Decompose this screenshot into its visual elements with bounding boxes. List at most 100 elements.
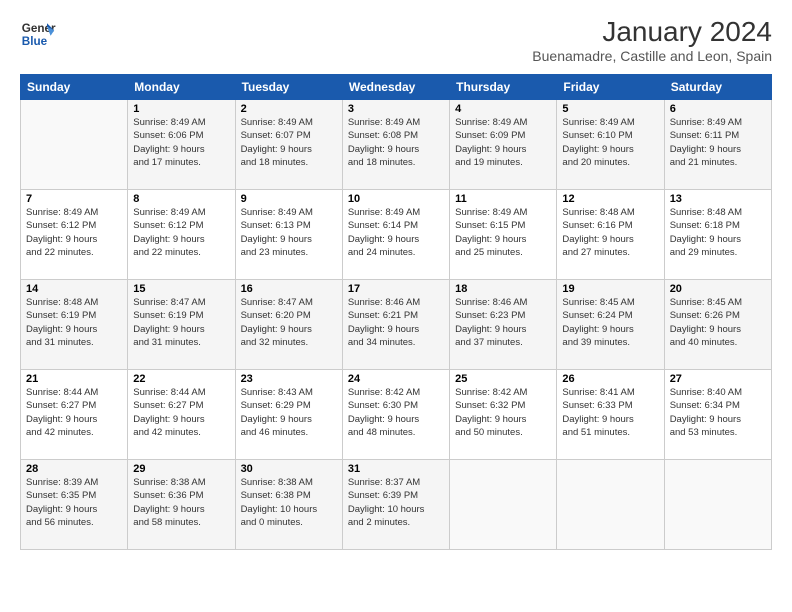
day-info: Sunrise: 8:39 AM Sunset: 6:35 PM Dayligh… bbox=[26, 476, 122, 529]
calendar-cell: 15Sunrise: 8:47 AM Sunset: 6:19 PM Dayli… bbox=[128, 280, 235, 370]
day-info: Sunrise: 8:42 AM Sunset: 6:32 PM Dayligh… bbox=[455, 386, 551, 439]
weekday-monday: Monday bbox=[128, 75, 235, 100]
day-number: 12 bbox=[562, 193, 658, 205]
day-info: Sunrise: 8:49 AM Sunset: 6:10 PM Dayligh… bbox=[562, 116, 658, 169]
day-info: Sunrise: 8:45 AM Sunset: 6:24 PM Dayligh… bbox=[562, 296, 658, 349]
day-info: Sunrise: 8:49 AM Sunset: 6:08 PM Dayligh… bbox=[348, 116, 444, 169]
day-info: Sunrise: 8:38 AM Sunset: 6:38 PM Dayligh… bbox=[241, 476, 337, 529]
calendar-cell: 9Sunrise: 8:49 AM Sunset: 6:13 PM Daylig… bbox=[235, 190, 342, 280]
day-number: 23 bbox=[241, 373, 337, 385]
day-number: 7 bbox=[26, 193, 122, 205]
day-info: Sunrise: 8:49 AM Sunset: 6:07 PM Dayligh… bbox=[241, 116, 337, 169]
day-number: 5 bbox=[562, 103, 658, 115]
day-number: 17 bbox=[348, 283, 444, 295]
calendar-cell: 25Sunrise: 8:42 AM Sunset: 6:32 PM Dayli… bbox=[450, 370, 557, 460]
calendar-cell bbox=[664, 460, 771, 550]
day-info: Sunrise: 8:49 AM Sunset: 6:12 PM Dayligh… bbox=[26, 206, 122, 259]
logo: General Blue bbox=[20, 16, 56, 52]
day-info: Sunrise: 8:49 AM Sunset: 6:06 PM Dayligh… bbox=[133, 116, 229, 169]
calendar-cell: 14Sunrise: 8:48 AM Sunset: 6:19 PM Dayli… bbox=[21, 280, 128, 370]
day-info: Sunrise: 8:44 AM Sunset: 6:27 PM Dayligh… bbox=[133, 386, 229, 439]
calendar-cell: 4Sunrise: 8:49 AM Sunset: 6:09 PM Daylig… bbox=[450, 100, 557, 190]
calendar-cell: 24Sunrise: 8:42 AM Sunset: 6:30 PM Dayli… bbox=[342, 370, 449, 460]
day-number: 10 bbox=[348, 193, 444, 205]
calendar-cell: 12Sunrise: 8:48 AM Sunset: 6:16 PM Dayli… bbox=[557, 190, 664, 280]
calendar-cell bbox=[557, 460, 664, 550]
day-number: 21 bbox=[26, 373, 122, 385]
day-info: Sunrise: 8:49 AM Sunset: 6:12 PM Dayligh… bbox=[133, 206, 229, 259]
day-number: 22 bbox=[133, 373, 229, 385]
day-info: Sunrise: 8:49 AM Sunset: 6:13 PM Dayligh… bbox=[241, 206, 337, 259]
calendar-table: SundayMondayTuesdayWednesdayThursdayFrid… bbox=[20, 74, 772, 550]
calendar-cell: 8Sunrise: 8:49 AM Sunset: 6:12 PM Daylig… bbox=[128, 190, 235, 280]
weekday-saturday: Saturday bbox=[664, 75, 771, 100]
logo-icon: General Blue bbox=[20, 16, 56, 52]
day-number: 29 bbox=[133, 463, 229, 475]
calendar-cell: 11Sunrise: 8:49 AM Sunset: 6:15 PM Dayli… bbox=[450, 190, 557, 280]
weekday-thursday: Thursday bbox=[450, 75, 557, 100]
calendar-cell: 13Sunrise: 8:48 AM Sunset: 6:18 PM Dayli… bbox=[664, 190, 771, 280]
calendar-cell: 23Sunrise: 8:43 AM Sunset: 6:29 PM Dayli… bbox=[235, 370, 342, 460]
day-info: Sunrise: 8:47 AM Sunset: 6:20 PM Dayligh… bbox=[241, 296, 337, 349]
calendar-cell: 27Sunrise: 8:40 AM Sunset: 6:34 PM Dayli… bbox=[664, 370, 771, 460]
day-info: Sunrise: 8:45 AM Sunset: 6:26 PM Dayligh… bbox=[670, 296, 766, 349]
day-info: Sunrise: 8:49 AM Sunset: 6:11 PM Dayligh… bbox=[670, 116, 766, 169]
day-info: Sunrise: 8:49 AM Sunset: 6:14 PM Dayligh… bbox=[348, 206, 444, 259]
day-info: Sunrise: 8:40 AM Sunset: 6:34 PM Dayligh… bbox=[670, 386, 766, 439]
day-number: 20 bbox=[670, 283, 766, 295]
calendar-week-2: 7Sunrise: 8:49 AM Sunset: 6:12 PM Daylig… bbox=[21, 190, 772, 280]
day-number: 4 bbox=[455, 103, 551, 115]
day-number: 19 bbox=[562, 283, 658, 295]
calendar-cell: 31Sunrise: 8:37 AM Sunset: 6:39 PM Dayli… bbox=[342, 460, 449, 550]
day-number: 11 bbox=[455, 193, 551, 205]
day-number: 26 bbox=[562, 373, 658, 385]
calendar-cell: 26Sunrise: 8:41 AM Sunset: 6:33 PM Dayli… bbox=[557, 370, 664, 460]
calendar-cell: 18Sunrise: 8:46 AM Sunset: 6:23 PM Dayli… bbox=[450, 280, 557, 370]
month-title: January 2024 bbox=[532, 16, 772, 48]
weekday-sunday: Sunday bbox=[21, 75, 128, 100]
calendar-cell: 21Sunrise: 8:44 AM Sunset: 6:27 PM Dayli… bbox=[21, 370, 128, 460]
day-number: 31 bbox=[348, 463, 444, 475]
weekday-header-row: SundayMondayTuesdayWednesdayThursdayFrid… bbox=[21, 75, 772, 100]
calendar-week-1: 1Sunrise: 8:49 AM Sunset: 6:06 PM Daylig… bbox=[21, 100, 772, 190]
day-info: Sunrise: 8:42 AM Sunset: 6:30 PM Dayligh… bbox=[348, 386, 444, 439]
day-info: Sunrise: 8:38 AM Sunset: 6:36 PM Dayligh… bbox=[133, 476, 229, 529]
day-number: 16 bbox=[241, 283, 337, 295]
weekday-friday: Friday bbox=[557, 75, 664, 100]
day-number: 8 bbox=[133, 193, 229, 205]
calendar-cell: 29Sunrise: 8:38 AM Sunset: 6:36 PM Dayli… bbox=[128, 460, 235, 550]
day-info: Sunrise: 8:49 AM Sunset: 6:09 PM Dayligh… bbox=[455, 116, 551, 169]
title-block: January 2024 Buenamadre, Castille and Le… bbox=[532, 16, 772, 64]
day-number: 1 bbox=[133, 103, 229, 115]
calendar-cell: 19Sunrise: 8:45 AM Sunset: 6:24 PM Dayli… bbox=[557, 280, 664, 370]
day-info: Sunrise: 8:43 AM Sunset: 6:29 PM Dayligh… bbox=[241, 386, 337, 439]
day-info: Sunrise: 8:46 AM Sunset: 6:21 PM Dayligh… bbox=[348, 296, 444, 349]
calendar-cell: 17Sunrise: 8:46 AM Sunset: 6:21 PM Dayli… bbox=[342, 280, 449, 370]
calendar-cell: 20Sunrise: 8:45 AM Sunset: 6:26 PM Dayli… bbox=[664, 280, 771, 370]
location-subtitle: Buenamadre, Castille and Leon, Spain bbox=[532, 48, 772, 64]
day-number: 30 bbox=[241, 463, 337, 475]
day-info: Sunrise: 8:47 AM Sunset: 6:19 PM Dayligh… bbox=[133, 296, 229, 349]
day-info: Sunrise: 8:49 AM Sunset: 6:15 PM Dayligh… bbox=[455, 206, 551, 259]
calendar-week-5: 28Sunrise: 8:39 AM Sunset: 6:35 PM Dayli… bbox=[21, 460, 772, 550]
weekday-wednesday: Wednesday bbox=[342, 75, 449, 100]
calendar-cell: 5Sunrise: 8:49 AM Sunset: 6:10 PM Daylig… bbox=[557, 100, 664, 190]
day-number: 24 bbox=[348, 373, 444, 385]
calendar-cell bbox=[21, 100, 128, 190]
day-number: 18 bbox=[455, 283, 551, 295]
day-number: 3 bbox=[348, 103, 444, 115]
day-info: Sunrise: 8:48 AM Sunset: 6:18 PM Dayligh… bbox=[670, 206, 766, 259]
calendar-cell: 6Sunrise: 8:49 AM Sunset: 6:11 PM Daylig… bbox=[664, 100, 771, 190]
calendar-cell: 10Sunrise: 8:49 AM Sunset: 6:14 PM Dayli… bbox=[342, 190, 449, 280]
calendar-cell: 2Sunrise: 8:49 AM Sunset: 6:07 PM Daylig… bbox=[235, 100, 342, 190]
day-number: 2 bbox=[241, 103, 337, 115]
day-info: Sunrise: 8:41 AM Sunset: 6:33 PM Dayligh… bbox=[562, 386, 658, 439]
calendar-cell: 3Sunrise: 8:49 AM Sunset: 6:08 PM Daylig… bbox=[342, 100, 449, 190]
calendar-cell: 16Sunrise: 8:47 AM Sunset: 6:20 PM Dayli… bbox=[235, 280, 342, 370]
day-info: Sunrise: 8:48 AM Sunset: 6:19 PM Dayligh… bbox=[26, 296, 122, 349]
calendar-cell: 1Sunrise: 8:49 AM Sunset: 6:06 PM Daylig… bbox=[128, 100, 235, 190]
page: General Blue January 2024 Buenamadre, Ca… bbox=[0, 0, 792, 612]
day-info: Sunrise: 8:44 AM Sunset: 6:27 PM Dayligh… bbox=[26, 386, 122, 439]
calendar-cell: 22Sunrise: 8:44 AM Sunset: 6:27 PM Dayli… bbox=[128, 370, 235, 460]
day-number: 15 bbox=[133, 283, 229, 295]
